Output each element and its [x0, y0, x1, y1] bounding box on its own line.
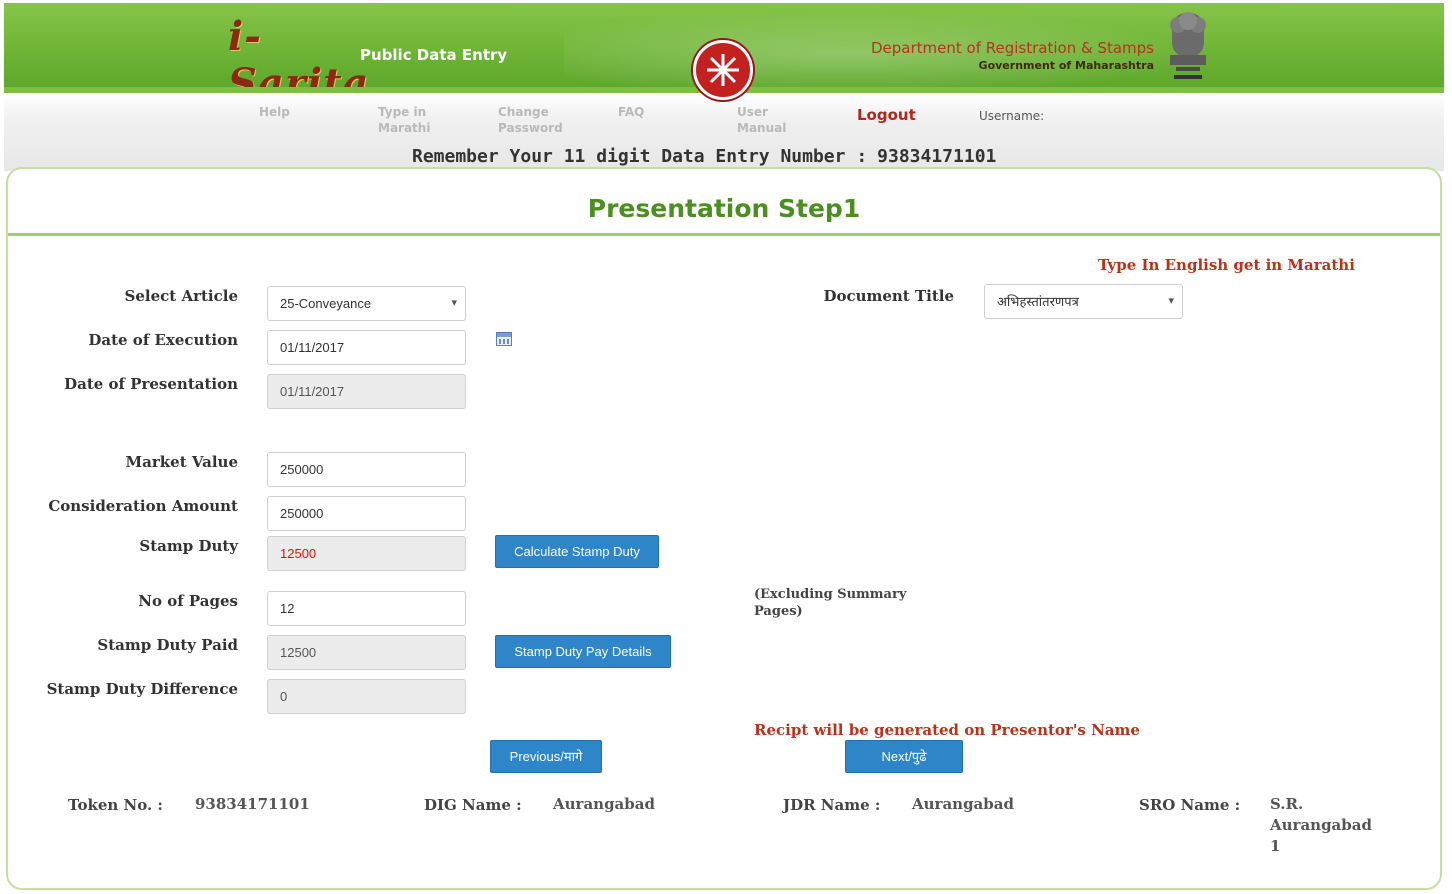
consideration-amount-input[interactable]: 250000: [267, 496, 466, 531]
document-title-dropdown[interactable]: अभिहस्तांतरणपत्र: [984, 284, 1183, 319]
nav-faq[interactable]: FAQ: [618, 104, 644, 120]
calendar-icon[interactable]: [496, 332, 512, 346]
stamp-duty-pay-details-button[interactable]: Stamp Duty Pay Details: [495, 635, 671, 668]
stamp-duty-difference-label: Stamp Duty Difference: [46, 680, 238, 698]
sro-value-line-1: S.R.: [1270, 795, 1304, 813]
marathi-hint: Type In English get in Marathi: [1098, 256, 1355, 274]
date-execution-label: Date of Execution: [88, 331, 238, 349]
app-name: Public Data Entry: [360, 46, 508, 64]
select-article-dropdown[interactable]: 25-Conveyance: [267, 286, 466, 321]
government-name: Government of Maharashtra: [978, 59, 1154, 72]
date-presentation-input: 01/11/2017: [267, 374, 466, 409]
logo-text: i-Sarita: [228, 13, 370, 87]
market-value-input[interactable]: 250000: [267, 452, 466, 487]
receipt-note: Recipt will be generated on Presentor's …: [754, 721, 1140, 739]
department-name: Department of Registration & Stamps: [871, 39, 1154, 57]
date-presentation-label: Date of Presentation: [64, 375, 238, 393]
previous-button[interactable]: Previous/मागे: [490, 740, 602, 773]
token-value: 93834171101: [195, 795, 310, 813]
stamp-duty-difference-input: 0: [267, 679, 466, 714]
sro-value-line-2: Aurangabad: [1270, 816, 1372, 834]
stamp-duty-label: Stamp Duty: [139, 537, 238, 555]
no-of-pages-input[interactable]: 12: [267, 591, 466, 626]
dig-value: Aurangabad: [553, 795, 655, 813]
sro-value: S.R. Aurangabad 1: [1270, 794, 1372, 857]
sro-label: SRO Name :: [1139, 796, 1241, 814]
sro-value-line-3: 1: [1270, 837, 1281, 855]
select-article-value: 25-Conveyance: [280, 296, 372, 311]
next-button[interactable]: Next/पुढे: [845, 740, 963, 773]
username-label: Username:: [979, 109, 1045, 123]
jdr-value: Aurangabad: [912, 795, 1014, 813]
stamp-duty-paid-input: 12500: [267, 635, 466, 670]
page-title: Presentation Step1: [587, 194, 861, 223]
national-emblem-icon: [1170, 12, 1206, 79]
nav-user-manual[interactable]: User Manual: [737, 104, 807, 136]
pages-note: (Excluding Summary Pages): [754, 587, 907, 619]
no-of-pages-label: No of Pages: [138, 592, 238, 610]
select-article-label: Select Article: [124, 287, 238, 305]
nav-type-in-marathi[interactable]: Type in Marathi: [378, 104, 448, 136]
jdr-label: JDR Name :: [783, 796, 881, 814]
token-label: Token No. :: [68, 796, 163, 814]
document-title-label: Document Title: [823, 287, 954, 305]
reminder-text: Remember Your 11 digit Data Entry Number…: [412, 146, 868, 167]
presentation-panel: Presentation Step1 Type In English get i…: [6, 167, 1442, 890]
department-block: Department of Registration & Stamps Gove…: [871, 39, 1154, 72]
document-title-value: अभिहस्तांतरणपत्र: [997, 294, 1079, 309]
market-value-label: Market Value: [125, 453, 238, 471]
data-entry-number: 93834171101: [877, 146, 997, 167]
dig-label: DIG Name :: [424, 796, 522, 814]
nav-logout[interactable]: Logout: [857, 107, 916, 123]
stamp-duty-paid-label: Stamp Duty Paid: [97, 636, 238, 654]
consideration-amount-label: Consideration Amount: [48, 497, 238, 515]
date-execution-input[interactable]: 01/11/2017: [267, 330, 466, 365]
title-divider: [8, 233, 1440, 236]
data-entry-reminder: Remember Your 11 digit Data Entry Number…: [412, 146, 996, 167]
stamp-duty-input: 12500: [267, 536, 466, 571]
nav-help[interactable]: Help: [259, 104, 290, 120]
calculate-stamp-duty-button[interactable]: Calculate Stamp Duty: [495, 535, 659, 568]
nav-change-password[interactable]: Change Password: [498, 104, 578, 136]
seal-icon: [693, 40, 753, 100]
